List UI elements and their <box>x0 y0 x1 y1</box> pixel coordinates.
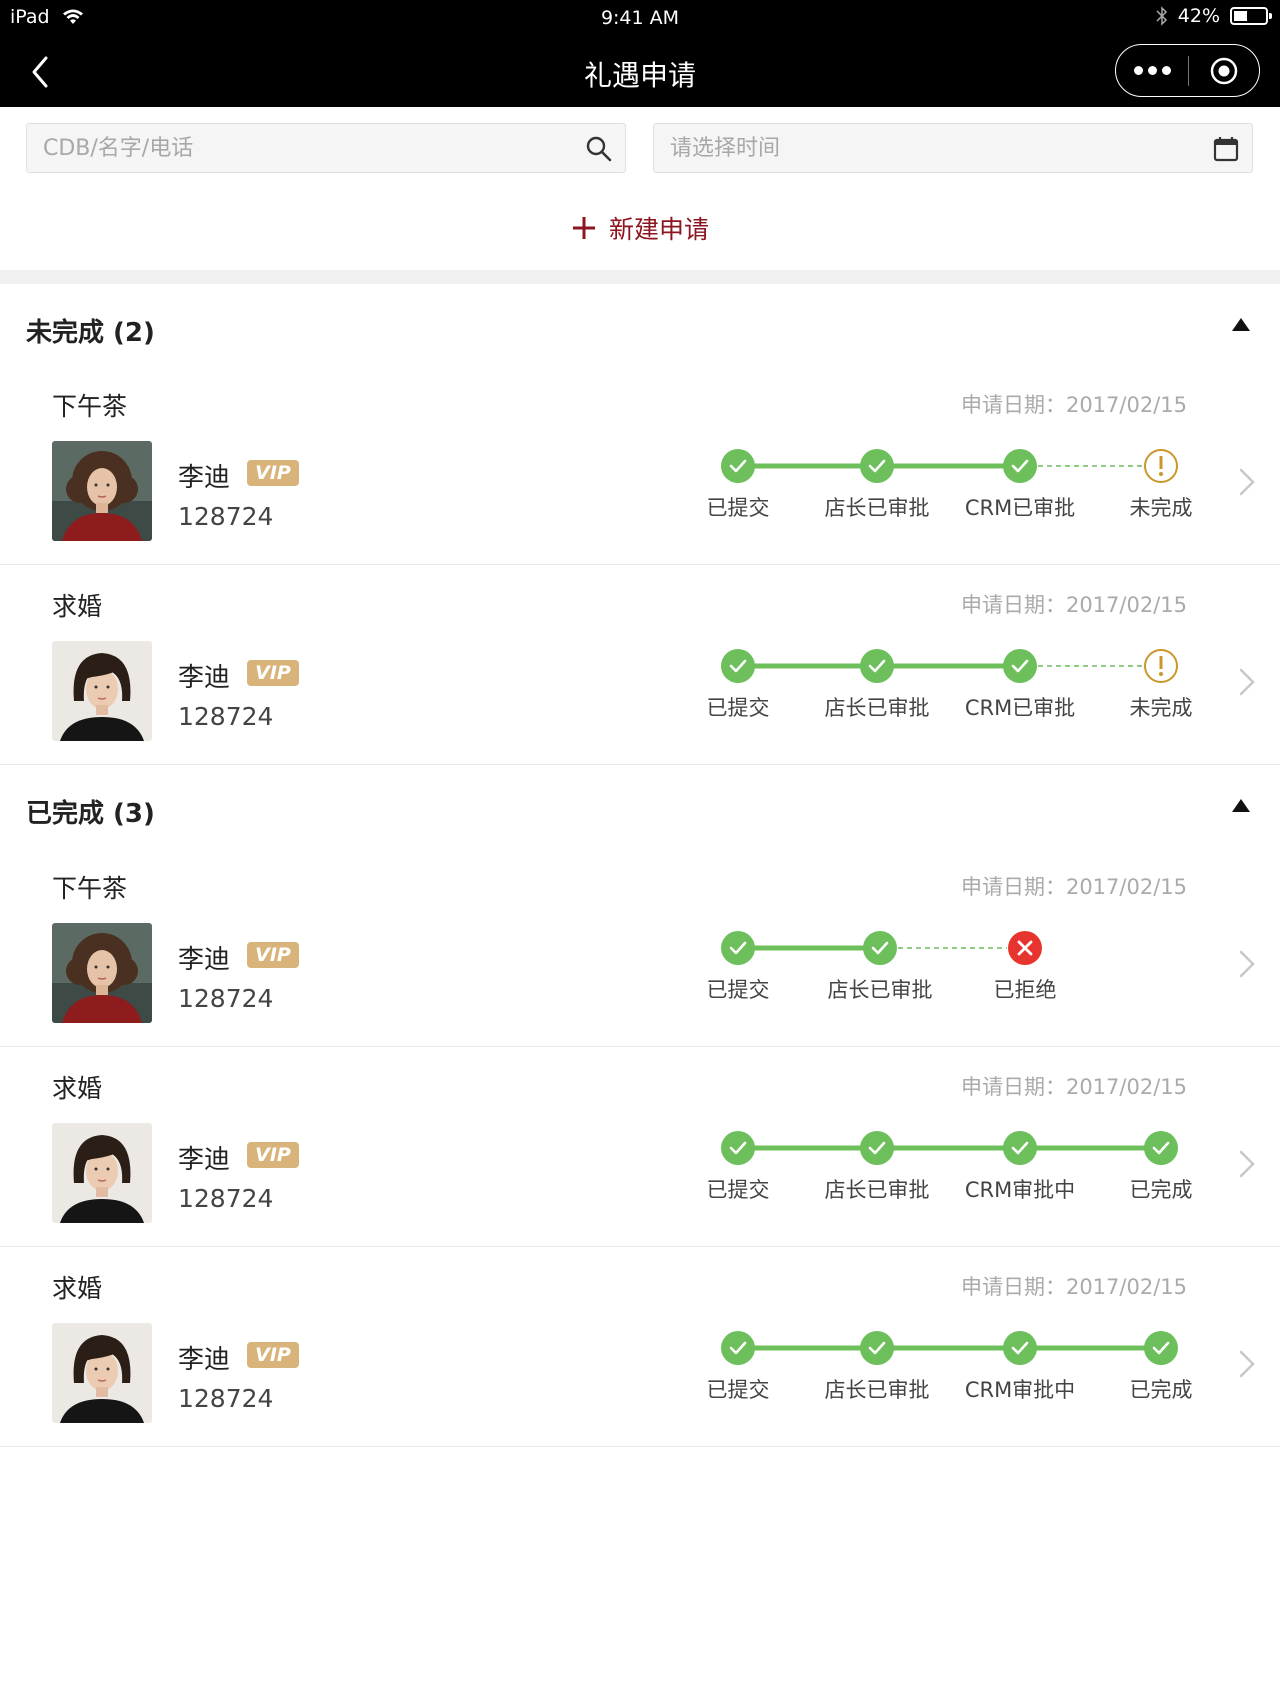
chevron-right-icon[interactable] <box>1238 1149 1256 1179</box>
new-request-label: 新建申请 <box>608 215 709 244</box>
status-right: 42% <box>1156 5 1272 27</box>
step-done-icon <box>860 1331 894 1365</box>
step-done-icon <box>863 931 897 965</box>
step-label: 已拒绝 <box>993 978 1057 1002</box>
chevron-right-icon[interactable] <box>1238 1349 1256 1379</box>
chevron-right-icon[interactable] <box>1238 949 1256 979</box>
search-icon[interactable] <box>585 135 613 163</box>
step-label: 未完成 <box>1129 696 1193 720</box>
step-done-icon <box>1003 449 1037 483</box>
mini-program-capsule <box>1115 44 1260 97</box>
date-input[interactable] <box>670 124 1149 172</box>
step-done-icon <box>1003 1331 1037 1365</box>
step-label: 店长已审批 <box>824 496 930 520</box>
step-done-icon <box>860 1131 894 1165</box>
request-card[interactable]: 下午茶 申请日期：2017/02/15 李迪 VIP 128724 已提交 店长已… <box>0 365 1280 565</box>
step-done-icon <box>1144 1331 1178 1365</box>
step-done-icon <box>721 1131 755 1165</box>
step-done-icon <box>721 449 755 483</box>
battery-icon <box>1230 7 1272 25</box>
step-done-icon <box>721 1331 755 1365</box>
step-label: 店长已审批 <box>824 696 930 720</box>
step-done-icon <box>1144 1131 1178 1165</box>
page-title: 礼遇申请 <box>583 59 696 92</box>
new-request-button[interactable]: 新建申请 <box>0 210 1280 246</box>
section-title: 已完成 (3) <box>26 799 155 829</box>
step-label: CRM已审批 <box>964 696 1076 720</box>
step-label: 已提交 <box>706 696 770 720</box>
section-incomplete-header[interactable]: 未完成 (2) <box>0 292 1280 362</box>
step-done-icon <box>860 649 894 683</box>
search-field <box>26 123 626 173</box>
section-title: 未完成 (2) <box>26 318 155 348</box>
progress-track <box>721 449 1178 483</box>
progress-track <box>721 1131 1178 1165</box>
step-done-icon <box>721 931 755 965</box>
step-label: 已提交 <box>706 496 770 520</box>
request-card[interactable]: 下午茶 申请日期：2017/02/15 李迪 VIP 128724 已提交 店长已… <box>0 847 1280 1047</box>
close-program-button[interactable] <box>1189 45 1259 96</box>
request-card[interactable]: 求婚 申请日期：2017/02/15 李迪 VIP 128724 已提交 店长已审… <box>0 1247 1280 1447</box>
divider-band <box>0 270 1280 284</box>
step-label: 店长已审批 <box>824 1378 930 1402</box>
step-label: CRM已审批 <box>964 496 1076 520</box>
progress-track <box>721 649 1178 683</box>
step-label: 店长已审批 <box>824 1178 930 1202</box>
target-icon <box>1210 57 1238 84</box>
step-rejected-icon <box>1008 931 1042 965</box>
progress-track <box>721 931 1042 965</box>
chevron-right-icon[interactable] <box>1238 467 1256 497</box>
step-pending-icon <box>1144 649 1178 683</box>
battery-percent: 42% <box>1177 5 1220 27</box>
more-dots-icon <box>1133 66 1171 75</box>
section-complete-header[interactable]: 已完成 (3) <box>0 773 1280 843</box>
calendar-icon[interactable] <box>1212 135 1240 163</box>
step-label: 已完成 <box>1129 1178 1193 1202</box>
step-label: 已提交 <box>706 1378 770 1402</box>
collapse-arrow-icon[interactable] <box>1232 799 1250 812</box>
request-card[interactable]: 求婚 申请日期：2017/02/15 李迪 VIP 128724 已提交 店长已审… <box>0 1047 1280 1247</box>
step-done-icon <box>1003 649 1037 683</box>
chevron-right-icon[interactable] <box>1238 667 1256 697</box>
step-label: 未完成 <box>1129 496 1193 520</box>
step-pending-icon <box>1144 449 1178 483</box>
top-bar: iPad 9:41 AM 42% 礼遇申请 <box>0 0 1280 107</box>
step-label: 店长已审批 <box>827 978 933 1002</box>
request-card[interactable]: 求婚 申请日期：2017/02/15 李迪 VIP 128724 已提交 店长已审… <box>0 565 1280 765</box>
step-done-icon <box>721 649 755 683</box>
step-label: 已完成 <box>1129 1378 1193 1402</box>
step-label: CRM审批中 <box>964 1378 1076 1402</box>
collapse-arrow-icon[interactable] <box>1232 318 1250 331</box>
plus-icon <box>572 217 595 239</box>
progress-track <box>721 1331 1178 1365</box>
bluetooth-icon <box>1156 6 1167 26</box>
search-input[interactable] <box>43 124 522 172</box>
step-label: 已提交 <box>706 1178 770 1202</box>
date-field <box>653 123 1253 173</box>
step-label: 已提交 <box>706 978 770 1002</box>
step-label: CRM审批中 <box>964 1178 1076 1202</box>
step-done-icon <box>860 449 894 483</box>
more-button[interactable] <box>1116 45 1188 96</box>
step-done-icon <box>1003 1131 1037 1165</box>
status-time: 9:41 AM <box>600 7 680 29</box>
